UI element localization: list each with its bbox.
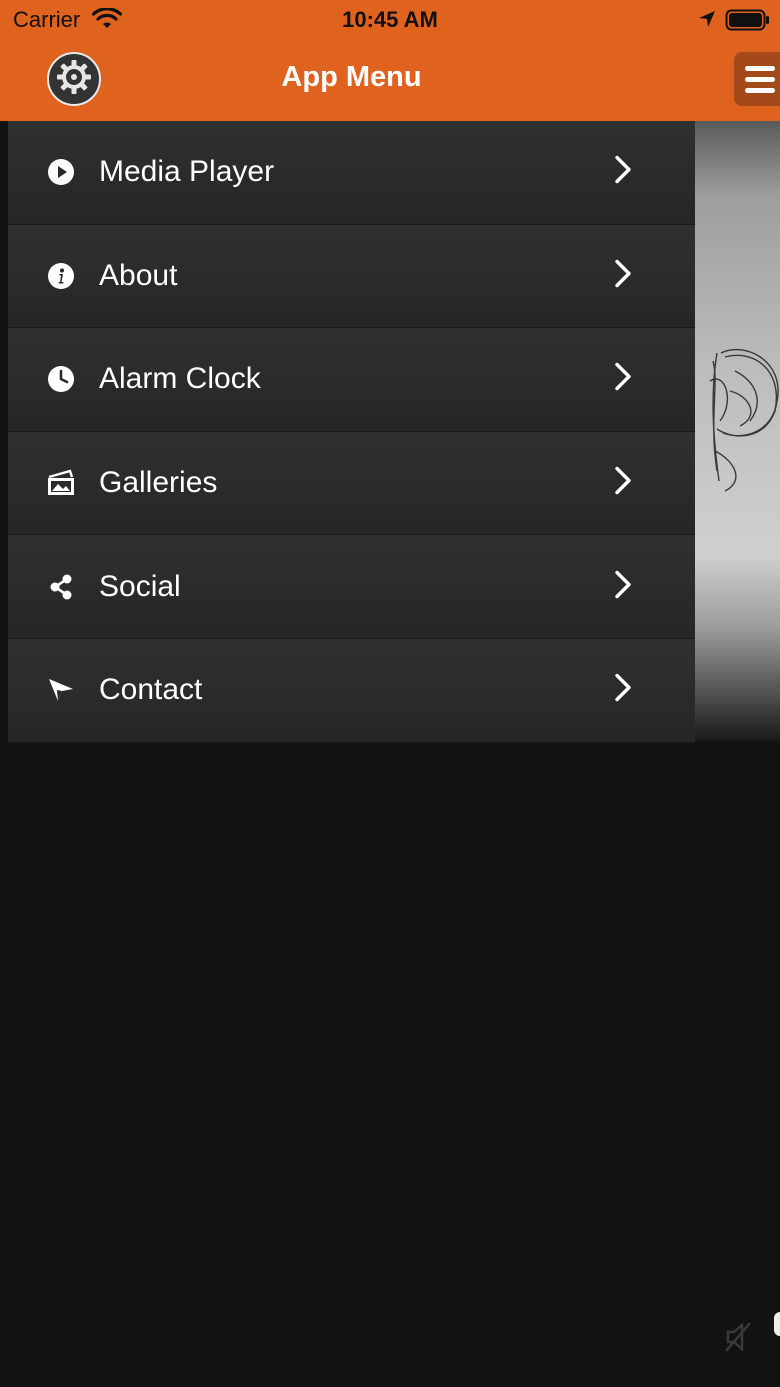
menu-item-label: About <box>99 258 178 292</box>
info-icon <box>46 261 76 291</box>
menu-item-galleries[interactable]: Galleries <box>8 431 695 536</box>
menu-item-alarm-clock[interactable]: Alarm Clock <box>8 328 695 432</box>
menu-item-about[interactable]: About <box>8 224 695 329</box>
battery-icon <box>725 9 771 36</box>
menu-item-label: Alarm Clock <box>99 362 261 396</box>
menu-item-label: Galleries <box>99 466 218 500</box>
menu-item-label: Social <box>99 569 181 603</box>
gallery-icon <box>46 468 76 498</box>
status-bar: Carrier 10:45 AM <box>0 0 780 40</box>
page-title: App Menu <box>281 61 422 93</box>
background-content-peek <box>695 121 780 741</box>
clock-icon <box>46 364 76 394</box>
clock-time: 10:45 AM <box>342 7 438 32</box>
chevron-right-icon <box>612 569 636 604</box>
share-icon <box>46 572 76 602</box>
chevron-right-icon <box>612 258 636 293</box>
side-menu: Media Player About Alarm Clock Galleries… <box>8 121 695 743</box>
scroll-handle[interactable] <box>774 1312 780 1336</box>
hamburger-bar <box>745 87 775 93</box>
menu-item-contact[interactable]: Contact <box>8 638 695 743</box>
chevron-right-icon <box>612 155 636 190</box>
hamburger-bar <box>745 65 775 71</box>
menu-item-social[interactable]: Social <box>8 535 695 639</box>
play-icon <box>46 157 76 187</box>
chevron-right-icon <box>612 362 636 397</box>
hamburger-menu-button[interactable] <box>734 52 780 106</box>
send-icon <box>46 675 76 705</box>
app-header: Carrier 10:45 AM App Menu <box>0 0 780 121</box>
menu-item-label: Media Player <box>99 155 275 189</box>
muted-speaker-icon[interactable] <box>722 1320 754 1359</box>
menu-item-label: Contact <box>99 673 203 707</box>
chevron-right-icon <box>612 673 636 708</box>
chevron-right-icon <box>612 466 636 501</box>
menu-item-media-player[interactable]: Media Player <box>8 121 695 225</box>
location-arrow-icon <box>697 9 717 34</box>
hamburger-bar <box>745 76 775 82</box>
